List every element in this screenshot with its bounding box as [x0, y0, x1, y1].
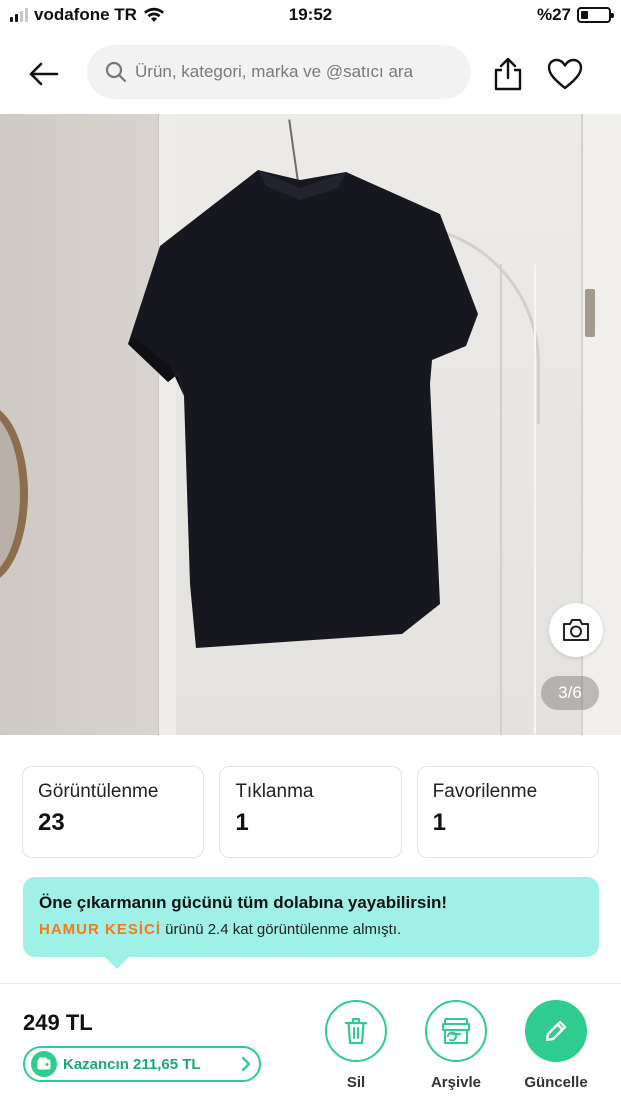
product-price: 249 TL — [23, 1010, 93, 1035]
top-nav: Ürün, kategori, marka ve @satıcı ara — [0, 34, 621, 114]
stat-views: Görüntülenme 23 — [22, 766, 205, 858]
clock: 19:52 — [288, 5, 333, 24]
bottom-action-bar: 249 TL Kazancın 211,65 TL Sil Arşivle Gü… — [0, 983, 621, 1104]
archive-icon — [442, 1018, 470, 1044]
search-bar[interactable]: Ürün, kategori, marka ve @satıcı ara — [87, 45, 471, 99]
update-button[interactable] — [525, 1000, 587, 1062]
pencil-icon — [545, 1020, 567, 1042]
stat-value: 1 — [432, 809, 447, 836]
stat-favorites: Favorilenme 1 — [416, 766, 599, 858]
search-icon — [105, 61, 127, 83]
promo-text: HAMUR KESİCİ ürünü 2.4 kat görüntülenme … — [39, 921, 583, 938]
update-action[interactable]: Güncelle — [516, 1000, 596, 1091]
promo-banner[interactable]: Öne çıkarmanın gücünü tüm dolabına yayab… — [23, 877, 599, 969]
favorite-button[interactable] — [543, 52, 587, 96]
status-bar: vodafone TR 19:52 %27 — [0, 0, 621, 34]
stat-label: Tıklanma — [235, 781, 314, 802]
stat-value: 23 — [38, 809, 65, 836]
heart-icon — [547, 58, 583, 90]
share-button[interactable] — [486, 50, 530, 98]
archive-label: Arşivle — [430, 1074, 482, 1091]
back-arrow-icon — [29, 62, 59, 86]
photo-counter: 3/6 — [541, 676, 599, 710]
battery-level — [581, 11, 588, 19]
battery-icon — [577, 7, 614, 23]
archive-button[interactable] — [425, 1000, 487, 1062]
earnings-button[interactable]: Kazancın 211,65 TL — [23, 1046, 261, 1082]
trash-icon — [344, 1017, 368, 1045]
product-photo[interactable]: 3/6 — [0, 114, 621, 735]
back-button[interactable] — [22, 52, 66, 96]
stat-label: Favorilenme — [432, 781, 538, 802]
search-placeholder: Ürün, kategori, marka ve @satıcı ara — [135, 62, 414, 81]
promo-seller: HAMUR KESİCİ — [39, 921, 162, 938]
battery-percent: %27 — [536, 5, 571, 24]
stat-label: Görüntülenme — [38, 781, 159, 802]
share-icon — [494, 57, 522, 91]
camera-icon — [563, 619, 589, 641]
wallet-icon — [31, 1051, 57, 1077]
promo-message: ürünü 2.4 kat görüntülenme almıştı. — [161, 921, 402, 938]
stats-row: Görüntülenme 23 Tıklanma 1 Favorilenme 1 — [22, 766, 599, 858]
battery-info: %27 — [536, 5, 614, 25]
earnings-text: Kazancın 211,65 TL — [63, 1055, 201, 1073]
shirt-image — [128, 170, 478, 648]
camera-button[interactable] — [549, 603, 603, 657]
delete-button[interactable] — [325, 1000, 387, 1062]
stat-value: 1 — [235, 809, 249, 836]
promo-title: Öne çıkarmanın gücünü tüm dolabına yayab… — [39, 893, 448, 912]
update-label: Güncelle — [524, 1074, 588, 1091]
delete-label: Sil — [346, 1074, 366, 1091]
archive-action[interactable]: Arşivle — [416, 1000, 496, 1091]
delete-action[interactable]: Sil — [316, 1000, 396, 1091]
stat-clicks: Tıklanma 1 — [219, 766, 402, 858]
chevron-right-icon — [241, 1056, 251, 1072]
